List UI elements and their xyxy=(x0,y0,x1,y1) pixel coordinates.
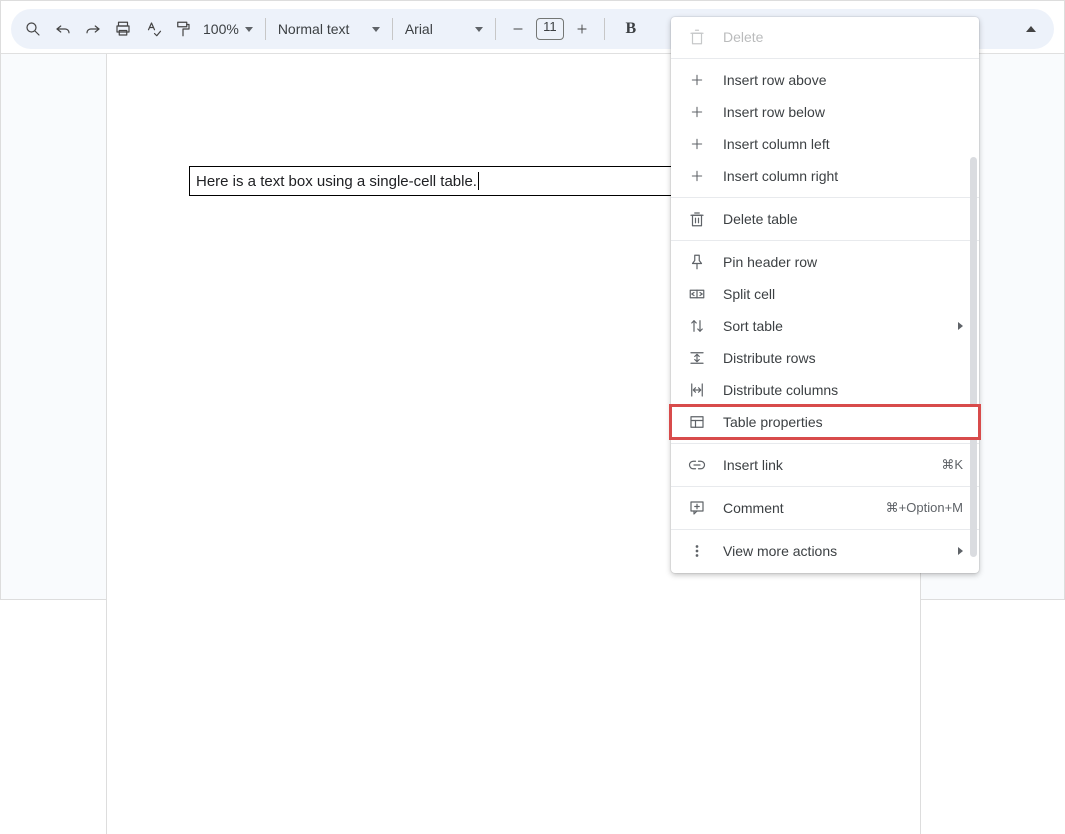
menu-delete-table[interactable]: Delete table xyxy=(671,203,979,235)
submenu-arrow-icon xyxy=(958,547,963,555)
style-name: Normal text xyxy=(278,21,350,37)
menu-separator xyxy=(671,197,979,198)
menu-label: Insert row below xyxy=(723,104,963,120)
menu-shortcut: ⌘K xyxy=(941,457,963,473)
menu-label: Pin header row xyxy=(723,254,963,270)
menu-label: Table properties xyxy=(723,414,963,430)
split-cell-icon xyxy=(687,284,707,304)
cell-text: Here is a text box using a single-cell t… xyxy=(196,173,477,190)
more-vertical-icon xyxy=(687,541,707,561)
menu-label: Insert row above xyxy=(723,72,963,88)
menu-label: Distribute columns xyxy=(723,382,963,398)
menu-label: View more actions xyxy=(723,543,963,559)
spellcheck-button[interactable] xyxy=(139,15,167,43)
scroll-thumb[interactable] xyxy=(970,157,977,557)
menu-table-properties[interactable]: Table properties xyxy=(671,406,979,438)
menu-insert-row-above[interactable]: Insert row above xyxy=(671,64,979,96)
menu-distribute-columns[interactable]: Distribute columns xyxy=(671,374,979,406)
zoom-value: 100% xyxy=(203,21,239,37)
menu-label: Comment xyxy=(723,500,870,516)
print-button[interactable] xyxy=(109,15,137,43)
plus-icon xyxy=(687,102,707,122)
separator xyxy=(265,18,266,40)
font-size-input[interactable]: 11 xyxy=(536,18,564,40)
menu-view-more-actions[interactable]: View more actions xyxy=(671,535,979,567)
caret-down-icon xyxy=(245,27,253,32)
menu-label: Insert column right xyxy=(723,168,963,184)
text-cursor xyxy=(478,172,479,190)
separator xyxy=(392,18,393,40)
styles-dropdown[interactable]: Normal text xyxy=(274,21,384,37)
redo-button[interactable] xyxy=(79,15,107,43)
menu-sort-table[interactable]: Sort table xyxy=(671,310,979,342)
caret-down-icon xyxy=(372,27,380,32)
menu-insert-col-right[interactable]: Insert column right xyxy=(671,160,979,192)
menu-separator xyxy=(671,486,979,487)
menu-scrollbar[interactable] xyxy=(970,157,977,557)
separator xyxy=(604,18,605,40)
menu-distribute-rows[interactable]: Distribute rows xyxy=(671,342,979,374)
caret-down-icon xyxy=(475,27,483,32)
distribute-rows-icon xyxy=(687,348,707,368)
context-menu: Delete Insert row above Insert row below… xyxy=(671,17,979,573)
increase-font-button[interactable] xyxy=(568,15,596,43)
menu-label: Insert link xyxy=(723,457,925,473)
search-icon[interactable] xyxy=(19,15,47,43)
menu-label: Sort table xyxy=(723,318,963,334)
menu-label: Delete xyxy=(723,29,963,45)
menu-label: Split cell xyxy=(723,286,963,302)
trash-icon xyxy=(687,209,707,229)
comment-icon xyxy=(687,498,707,518)
trash-icon xyxy=(687,27,707,47)
link-icon xyxy=(687,455,707,475)
distribute-columns-icon xyxy=(687,380,707,400)
zoom-dropdown[interactable]: 100% xyxy=(199,21,257,37)
menu-label: Distribute rows xyxy=(723,350,963,366)
bold-button[interactable]: B xyxy=(619,20,643,38)
collapse-toolbar-button[interactable] xyxy=(1016,14,1046,44)
menu-insert-col-left[interactable]: Insert column left xyxy=(671,128,979,160)
font-dropdown[interactable]: Arial xyxy=(401,21,487,37)
menu-separator xyxy=(671,443,979,444)
menu-label: Insert column left xyxy=(723,136,963,152)
menu-shortcut: ⌘+Option+M xyxy=(886,500,963,516)
menu-insert-row-below[interactable]: Insert row below xyxy=(671,96,979,128)
plus-icon xyxy=(687,70,707,90)
menu-insert-link[interactable]: Insert link ⌘K xyxy=(671,449,979,481)
paint-format-button[interactable] xyxy=(169,15,197,43)
submenu-arrow-icon xyxy=(958,322,963,330)
separator xyxy=(495,18,496,40)
menu-separator xyxy=(671,529,979,530)
plus-icon xyxy=(687,134,707,154)
font-name: Arial xyxy=(405,21,433,37)
menu-delete[interactable]: Delete xyxy=(671,21,979,53)
menu-split-cell[interactable]: Split cell xyxy=(671,278,979,310)
sort-icon xyxy=(687,316,707,336)
table-icon xyxy=(687,412,707,432)
menu-separator xyxy=(671,58,979,59)
menu-comment[interactable]: Comment ⌘+Option+M xyxy=(671,492,979,524)
menu-separator xyxy=(671,240,979,241)
menu-pin-header-row[interactable]: Pin header row xyxy=(671,246,979,278)
chevron-up-icon xyxy=(1026,26,1036,32)
decrease-font-button[interactable] xyxy=(504,15,532,43)
undo-button[interactable] xyxy=(49,15,77,43)
pin-icon xyxy=(687,252,707,272)
menu-label: Delete table xyxy=(723,211,963,227)
plus-icon xyxy=(687,166,707,186)
font-size-control: 11 xyxy=(504,15,596,43)
